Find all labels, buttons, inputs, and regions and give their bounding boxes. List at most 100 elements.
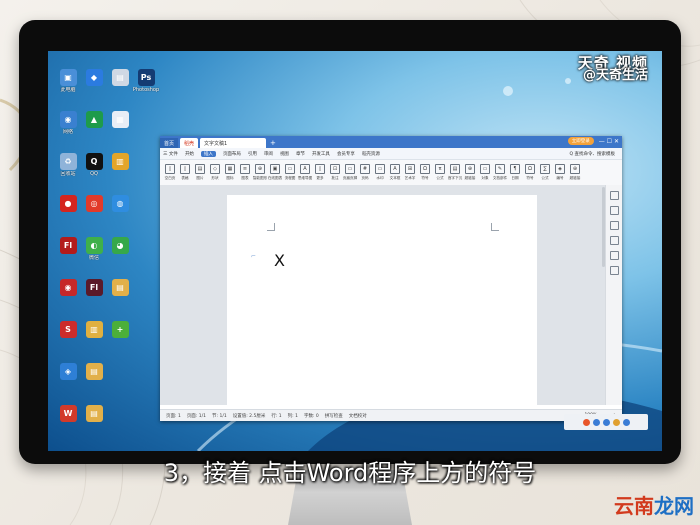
menu-item[interactable]: 页面布局 [223,151,241,157]
command-search[interactable]: Q 查找命令、搜索模板 [570,151,615,157]
desktop-icon[interactable]: ▣ 此电脑 [54,69,82,93]
desktop-icon[interactable]: ▤ [80,363,108,381]
menu-item[interactable]: 开发工具 [312,151,330,157]
tab-docer[interactable]: 稻壳 [180,138,199,148]
desktop-icon-label: 微信 [88,255,99,261]
ribbon-icon: ◈ [555,164,565,174]
app-icon: ▣ [59,69,77,86]
new-tab-button[interactable]: + [266,138,280,148]
input-method-bar[interactable] [564,414,648,430]
side-tool-icon[interactable] [609,266,619,275]
desktop-icon[interactable]: Fl [80,279,108,297]
menu-item[interactable]: 开始 [185,151,194,157]
margin-corner [267,223,275,231]
app-icon: ▤ [85,363,103,380]
ribbon-label: 智能图形 [252,176,268,180]
menu-item[interactable]: 视图 [280,151,289,157]
desktop-icon[interactable]: Q QQ [80,153,108,177]
video-watermark: 天奇 视频 @天奇生活 [578,56,648,83]
desktop-icon[interactable]: ◈ [54,363,82,381]
desktop-icon[interactable]: ◍ [106,195,134,213]
tab-home[interactable]: 首页 [160,138,179,148]
menu-item[interactable]: 章节 [296,151,305,157]
ribbon-icon: # [360,164,370,174]
desktop-icon[interactable]: ◎ [80,195,108,213]
ribbon-icon: Ω [525,164,535,174]
app-icon: ▤ [111,69,129,86]
menu-item[interactable]: 插入 [200,150,216,157]
ribbon-icon: ⊕ [255,164,265,174]
desktop-icon[interactable]: ◆ [80,69,108,87]
right-side-toolbar [605,185,622,405]
status-item: 页面: 1/1 [186,413,207,419]
desktop-icon[interactable]: S [54,321,82,339]
document-page[interactable]: ⌐ X [227,195,537,410]
ribbon-icon: ∑ [540,164,550,174]
menu-item[interactable]: 会员专享 [337,151,355,157]
desktop-icon[interactable]: ◉ 网络 [54,111,82,135]
status-item: 文档校对 [348,413,367,419]
app-icon: ◈ [59,363,77,380]
ribbon-label: 图标 [226,176,234,180]
ime-icon [592,418,600,426]
status-item: 行: 1 [271,413,282,419]
ribbon-label: 日期 [511,176,519,180]
app-icon: ▥ [111,153,129,170]
status-item: 拼写检查 [324,413,343,419]
side-tool-icon[interactable] [609,206,619,215]
desktop-icon[interactable]: + [106,321,134,339]
side-tool-icon[interactable] [609,191,619,200]
document-text[interactable]: X [274,251,285,270]
login-button[interactable]: 立即登录 [567,137,594,145]
desktop-icon[interactable]: ▤ [80,405,108,423]
margin-corner [491,223,499,231]
app-icon: Q [85,153,103,170]
desktop-screen: 天奇 视频 @天奇生活 ▣ 此电脑 ◆ ▤ Ps Photoshop ◉ 网络 ▲ ▦ ♻ 回收站 Q Q… [48,51,662,451]
desktop-icon[interactable]: ▦ [106,111,134,129]
ribbon-label: 首字下沉 [447,176,463,180]
desktop-icon[interactable]: ● [54,195,82,213]
desktop-icon[interactable]: ♻ 回收站 [54,153,82,177]
desktop-icon[interactable]: W [54,405,82,423]
ribbon-label: 水印 [376,176,384,180]
desktop-icon[interactable]: ◐ 微信 [80,237,108,261]
side-tool-icon[interactable] [609,236,619,245]
desktop-icon[interactable]: Fl [54,237,82,255]
watermark-bottom: @天奇生活 [582,68,648,83]
side-tool-icon[interactable] [609,251,619,260]
desktop-icon[interactable]: Ps Photoshop [132,69,160,93]
app-icon: ◎ [85,195,103,212]
window-controls[interactable]: — ☐ ✕ [599,138,619,145]
menu-item[interactable]: 三 文件 [163,151,178,157]
ribbon-icon: ▦ [225,164,235,174]
desktop-icon[interactable]: ◕ [106,237,134,255]
desktop-icon[interactable]: ▤ [106,69,134,87]
app-icon: Ps [137,69,155,86]
desktop-icon[interactable]: ▥ [80,321,108,339]
app-icon: ◉ [59,111,77,128]
ribbon-icon: A [390,164,400,174]
desktop-icon[interactable]: ◉ [54,279,82,297]
title-bar: 首页 稻壳 文字文稿1 + 立即登录 — ☐ ✕ [160,136,622,148]
subtitle-caption: 3，接着 点击Word程序上方的符号 [163,459,537,487]
menu-item[interactable]: 稻壳资源 [362,151,380,157]
app-icon: ◐ [85,237,103,254]
ribbon-icon: ◇ [210,164,220,174]
ribbon-label: 符号 [421,176,429,180]
desktop-icon-label: Photoshop [132,87,160,93]
menu-item[interactable]: 审阅 [264,151,273,157]
desktop-icon[interactable]: ▲ [80,111,108,129]
desktop-icon-label: 此电脑 [60,87,76,93]
ribbon-icon: ⊡ [330,164,340,174]
ribbon-label: 超链接 [464,176,476,180]
ribbon-icon: ▯ [315,164,325,174]
app-icon: W [59,405,77,422]
menu-item[interactable]: 引用 [248,151,257,157]
desktop-icon[interactable]: ▤ [106,279,134,297]
app-icon: ▦ [111,111,129,128]
tab-document[interactable]: 文字文稿1 [200,138,267,148]
desktop-icon[interactable]: ▥ [106,153,134,171]
ribbon-icon: π [435,164,445,174]
side-tool-icon[interactable] [609,221,619,230]
desktop-icon-label: 回收站 [60,171,76,177]
